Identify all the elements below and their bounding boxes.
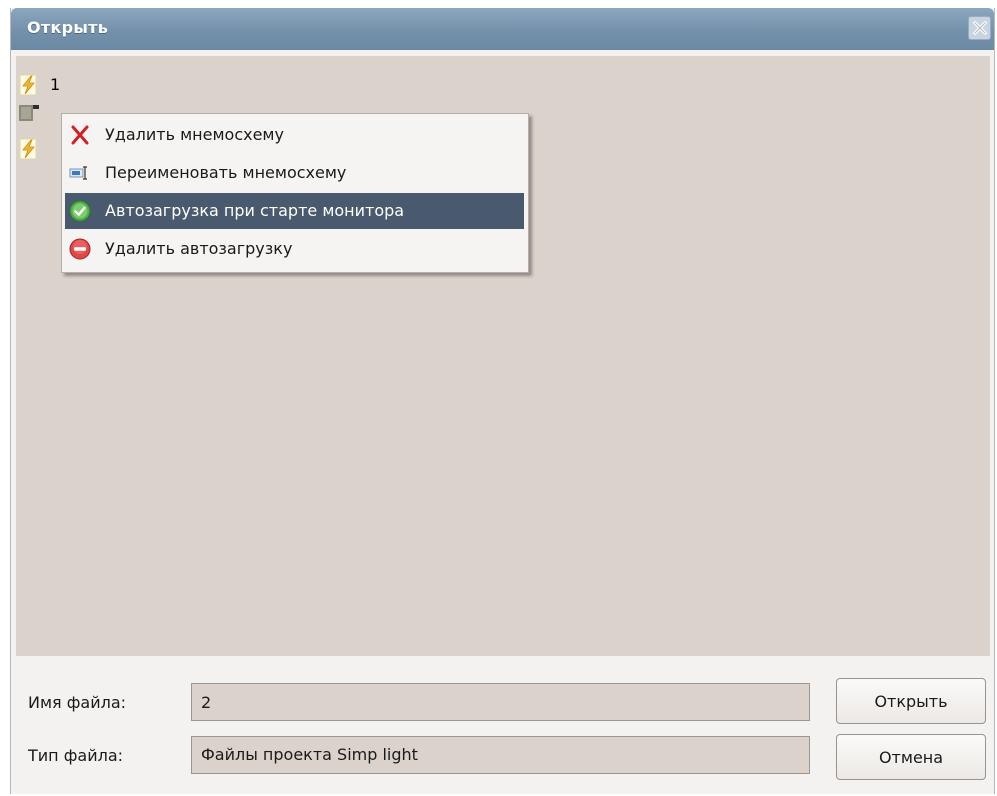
menu-item-delete-scheme[interactable]: Удалить мнемосхему xyxy=(65,117,524,153)
red-minus-icon xyxy=(69,238,91,260)
context-menu: Удалить мнемосхему Переименовать мнемосх… xyxy=(61,113,529,273)
filename-label: Имя файла: xyxy=(28,693,127,712)
folder-icon xyxy=(19,105,39,121)
green-check-icon xyxy=(69,200,91,222)
open-button[interactable]: Открыть xyxy=(836,678,986,724)
menu-item-autoload-on-start[interactable]: Автозагрузка при старте монитора xyxy=(65,193,524,229)
filename-input[interactable] xyxy=(191,683,810,721)
rename-icon xyxy=(69,166,87,180)
red-x-delete-icon xyxy=(71,125,89,145)
menu-item-remove-autoload[interactable]: Удалить автозагрузку xyxy=(65,231,524,267)
filetype-label: Тип файла: xyxy=(28,746,124,765)
filetype-select[interactable]: Файлы проекта Simp light xyxy=(191,736,810,774)
title-bar[interactable]: Открыть xyxy=(11,8,994,50)
lightning-file-icon xyxy=(19,138,37,160)
menu-item-rename-scheme[interactable]: Переименовать мнемосхему xyxy=(65,155,524,191)
lightning-file-icon xyxy=(19,74,37,96)
tree-item[interactable]: 1 xyxy=(16,70,96,100)
menu-item-label: Автозагрузка при старте монитора xyxy=(105,201,405,220)
cancel-button[interactable]: Отмена xyxy=(836,734,986,780)
close-button[interactable] xyxy=(968,16,991,40)
close-icon xyxy=(973,21,987,35)
dialog-title: Открыть xyxy=(27,18,109,37)
menu-item-label: Удалить мнемосхему xyxy=(105,125,284,144)
menu-item-label: Удалить автозагрузку xyxy=(105,239,293,258)
menu-item-label: Переименовать мнемосхему xyxy=(105,163,347,182)
tree-item-label: 1 xyxy=(50,75,61,94)
